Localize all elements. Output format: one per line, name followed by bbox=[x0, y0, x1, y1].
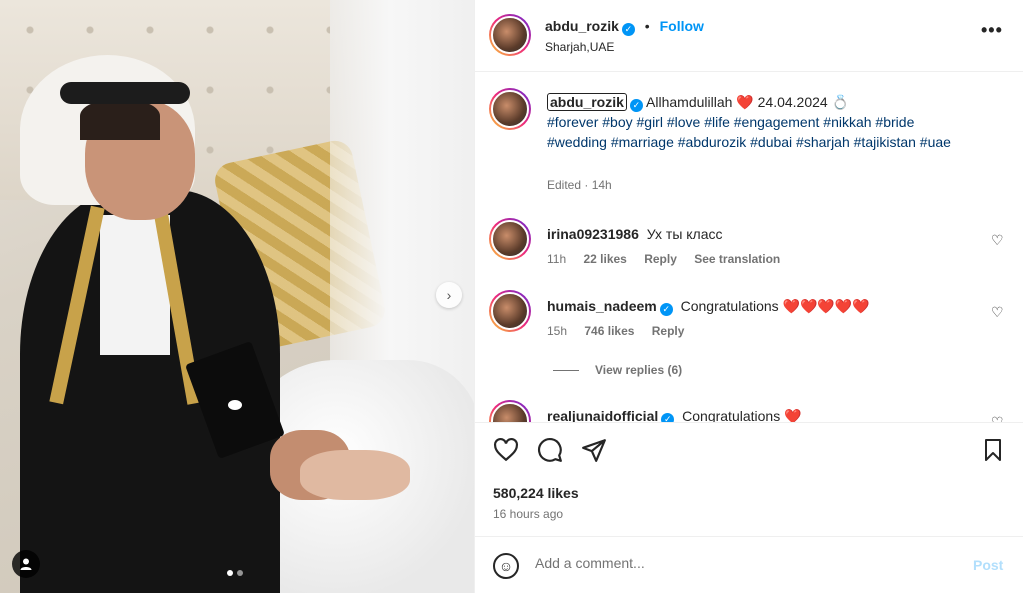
comment-meta: 15h 746 likes Reply bbox=[547, 324, 698, 338]
share-icon[interactable] bbox=[581, 437, 607, 463]
view-replies-button[interactable]: View replies (6) bbox=[553, 363, 682, 377]
photo-ring bbox=[228, 400, 242, 410]
photo-hand bbox=[300, 450, 410, 500]
caption-text: Allhamdulillah ❤️ 24.04.2024 💍 bbox=[646, 94, 850, 110]
heart-icon[interactable] bbox=[493, 437, 519, 463]
photo-groom-hair bbox=[80, 100, 160, 140]
user-icon bbox=[20, 558, 32, 570]
carousel-dot-active bbox=[227, 570, 233, 576]
carousel-next-button[interactable]: › bbox=[436, 282, 462, 308]
commenter-username[interactable]: humais_nadeem bbox=[547, 298, 657, 314]
carousel-dot bbox=[237, 570, 243, 576]
post-header: abdu_rozik ✓ • Follow Sharjah,UAE ••• bbox=[475, 0, 1023, 72]
post-location[interactable]: Sharjah,UAE bbox=[545, 40, 614, 54]
comment-text: Ух ты класс bbox=[646, 226, 723, 242]
bookmark-icon[interactable] bbox=[981, 437, 1005, 463]
commenter-avatar[interactable] bbox=[489, 290, 531, 332]
tagged-users-button[interactable] bbox=[12, 550, 40, 578]
separator-dot: • bbox=[644, 18, 650, 34]
comment-time: 11h bbox=[547, 252, 567, 266]
comment-likes[interactable]: 746 likes bbox=[584, 324, 634, 338]
chevron-right-icon: › bbox=[446, 287, 452, 303]
verified-badge-icon: ✓ bbox=[621, 23, 635, 36]
comment-text: Congratulations ❤️ bbox=[682, 408, 802, 422]
comment-item: irina09231986 Ух ты класс 11h 22 likes R… bbox=[475, 218, 1023, 288]
comment-like-heart-icon[interactable]: ♡ bbox=[991, 232, 1004, 249]
caption-hashtags[interactable]: #forever #boy #girl #love #life #engagem… bbox=[547, 114, 951, 150]
verified-badge-icon: ✓ bbox=[659, 303, 673, 316]
comment-like-heart-icon[interactable]: ♡ bbox=[991, 414, 1004, 422]
caption-username[interactable]: abdu_rozik bbox=[547, 93, 627, 111]
post-details-panel: abdu_rozik ✓ • Follow Sharjah,UAE ••• abd… bbox=[474, 0, 1023, 593]
post-actions: 580,224 likes 16 hours ago bbox=[475, 422, 1023, 530]
carousel-indicator bbox=[227, 570, 243, 576]
post-comment-button[interactable]: Post bbox=[973, 557, 1003, 573]
more-options-icon[interactable]: ••• bbox=[981, 20, 1003, 41]
post-media[interactable]: › bbox=[0, 0, 474, 593]
caption-edited-time: Edited · 14h bbox=[547, 178, 612, 192]
author-avatar[interactable] bbox=[489, 14, 531, 56]
comment-composer: ☺ Post bbox=[475, 536, 1023, 593]
author-username[interactable]: abdu_rozik bbox=[545, 18, 619, 34]
comment-item: realjunaidofficial ✓ Congratulations ❤️ ♡ bbox=[475, 400, 1023, 422]
comment-like-heart-icon[interactable]: ♡ bbox=[991, 304, 1004, 321]
caption-author-avatar[interactable] bbox=[489, 88, 531, 130]
comments-section[interactable]: abdu_rozik ✓ Allhamdulillah ❤️ 24.04.2024… bbox=[475, 72, 1023, 422]
comment-line: irina09231986 Ух ты класс bbox=[547, 226, 723, 242]
comment-input[interactable] bbox=[535, 555, 955, 571]
emoji-icon[interactable]: ☺ bbox=[493, 553, 519, 579]
photo-agal bbox=[60, 82, 190, 104]
verified-badge-icon: ✓ bbox=[661, 413, 675, 422]
see-translation-button[interactable]: See translation bbox=[694, 252, 780, 266]
reply-button[interactable]: Reply bbox=[652, 324, 685, 338]
comment-line: realjunaidofficial ✓ Congratulations ❤️ bbox=[547, 408, 802, 422]
author-line: abdu_rozik ✓ • Follow bbox=[545, 18, 704, 36]
comment-icon[interactable] bbox=[537, 437, 563, 463]
follow-button[interactable]: Follow bbox=[660, 18, 704, 34]
commenter-username[interactable]: irina09231986 bbox=[547, 226, 639, 242]
commenter-username[interactable]: realjunaidofficial bbox=[547, 408, 658, 422]
commenter-avatar[interactable] bbox=[489, 218, 531, 260]
verified-badge-icon: ✓ bbox=[629, 98, 643, 112]
likes-count[interactable]: 580,224 likes bbox=[493, 485, 579, 501]
reply-button[interactable]: Reply bbox=[644, 252, 677, 266]
comment-likes[interactable]: 22 likes bbox=[583, 252, 626, 266]
comment-text: Congratulations ❤️❤️❤️❤️❤️ bbox=[680, 298, 870, 314]
comment-meta: 11h 22 likes Reply See translation bbox=[547, 252, 794, 266]
view-replies-label: View replies (6) bbox=[595, 363, 683, 377]
comment-time: 15h bbox=[547, 324, 568, 338]
post-timestamp: 16 hours ago bbox=[493, 507, 564, 521]
post-caption: abdu_rozik ✓ Allhamdulillah ❤️ 24.04.2024… bbox=[547, 92, 977, 152]
comment-item: humais_nadeem ✓ Congratulations ❤️❤️❤️❤️❤… bbox=[475, 290, 1023, 360]
replies-divider bbox=[553, 370, 579, 372]
commenter-avatar[interactable] bbox=[489, 400, 531, 422]
comment-line: humais_nadeem ✓ Congratulations ❤️❤️❤️❤️❤… bbox=[547, 298, 870, 316]
